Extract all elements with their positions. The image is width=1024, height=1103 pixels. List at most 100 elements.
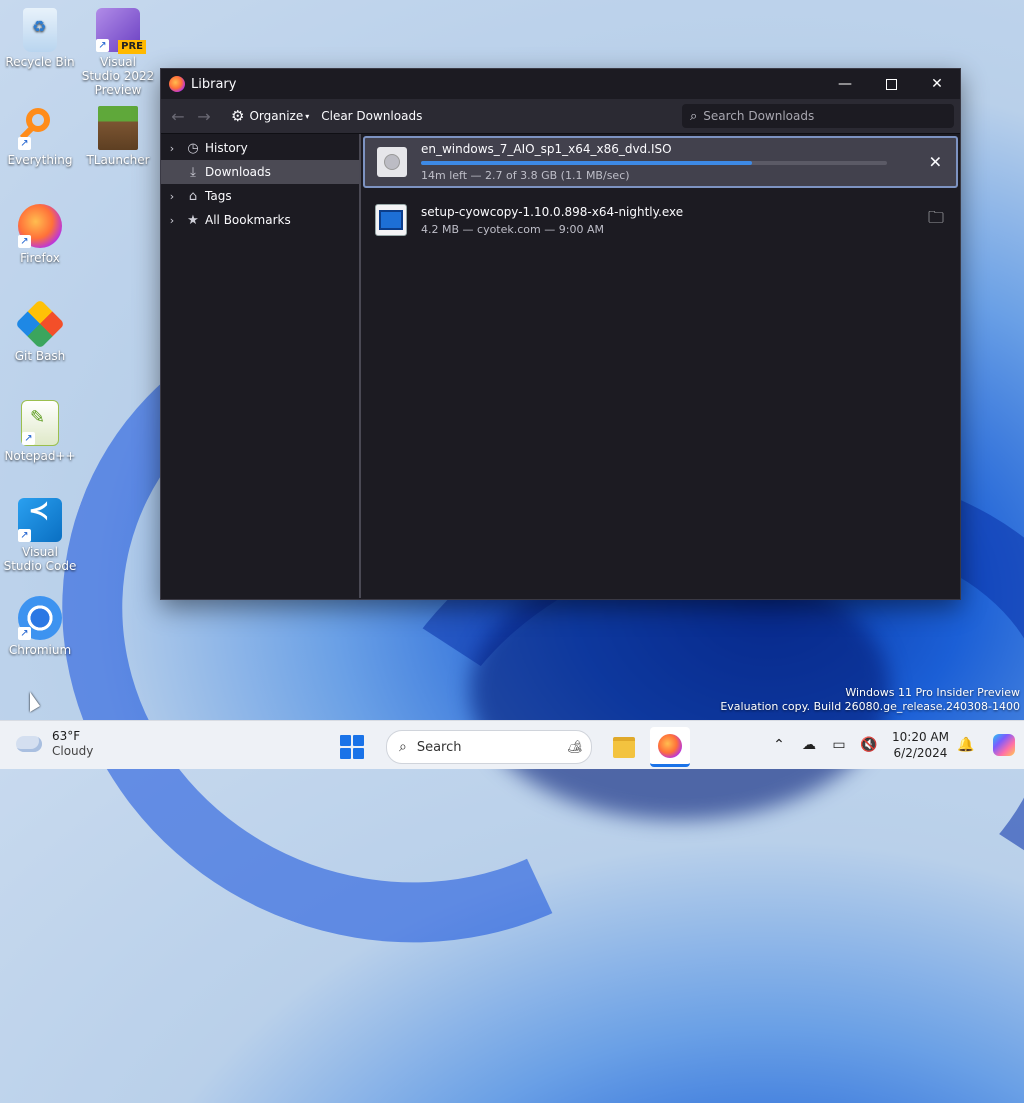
system-tray: ⌃ ☁ ▭ 🔇 10:20 AM 6/2/2024 🔔 bbox=[768, 721, 1015, 769]
chevron-right-icon[interactable]: › bbox=[161, 214, 183, 227]
clock-icon: ◷ bbox=[187, 140, 199, 156]
desktop-icon-chromium[interactable]: ↗ Chromium bbox=[2, 596, 78, 657]
notification-bell-icon[interactable]: 🔔 bbox=[955, 737, 977, 753]
sidebar-item-history[interactable]: › ◷ History bbox=[161, 136, 359, 160]
star-icon: ★ bbox=[187, 212, 199, 228]
weather-temperature: 63°F bbox=[52, 729, 81, 743]
shortcut-arrow-icon: ↗ bbox=[96, 39, 109, 52]
mouse-cursor bbox=[30, 692, 40, 712]
start-button[interactable] bbox=[340, 735, 364, 759]
download-filename: setup-cyowcopy-1.10.0.898-x64-nightly.ex… bbox=[421, 204, 684, 219]
search-icon: ⌕ bbox=[690, 108, 698, 124]
library-toolbar: ← → ⚙ Organize ▾ Clear Downloads ⌕ Searc… bbox=[161, 99, 960, 134]
sidebar-item-label: Downloads bbox=[205, 165, 271, 179]
pre-badge: PRE bbox=[118, 40, 146, 54]
taskbar-firefox[interactable] bbox=[650, 727, 690, 767]
notepad-plus-plus-icon: ✎ ↗ bbox=[21, 400, 59, 446]
folder-icon: 🗀 bbox=[927, 207, 944, 227]
close-button[interactable]: ✕ bbox=[914, 69, 960, 99]
desktop-icon-vs-code[interactable]: ≺ ↗ Visual Studio Code bbox=[2, 498, 78, 573]
desktop-icon-firefox[interactable]: ↗ Firefox bbox=[2, 204, 78, 265]
desktop-icon-label: Firefox bbox=[20, 251, 60, 265]
recycle-bin-icon: ♻ bbox=[23, 8, 57, 52]
chevron-up-icon[interactable]: ⌃ bbox=[768, 737, 790, 753]
minimize-icon: — bbox=[838, 76, 852, 92]
organize-button[interactable]: ⚙ Organize ▾ bbox=[225, 103, 315, 129]
clock[interactable]: 10:20 AM 6/2/2024 bbox=[892, 729, 949, 761]
search-placeholder: Search Downloads bbox=[703, 109, 815, 123]
file-explorer-icon bbox=[613, 736, 635, 758]
search-downloads-input[interactable]: ⌕ Search Downloads bbox=[682, 104, 954, 128]
desktop-icon-label: TLauncher bbox=[86, 153, 150, 167]
desktop-icon-recycle-bin[interactable]: ♻ Recycle Bin bbox=[2, 8, 78, 69]
close-icon: ✕ bbox=[928, 152, 942, 172]
back-button[interactable]: ← bbox=[165, 107, 191, 126]
chevron-right-icon[interactable]: › bbox=[161, 142, 183, 155]
download-progress-bar bbox=[421, 161, 887, 165]
desktop-icon-everything[interactable]: ↗ Everything bbox=[2, 106, 78, 167]
chevron-down-icon: ▾ bbox=[305, 111, 310, 121]
git-bash-icon bbox=[15, 299, 65, 349]
tag-icon: ⌂ bbox=[188, 188, 198, 204]
download-item[interactable]: setup-cyowcopy-1.10.0.898-x64-nightly.ex… bbox=[363, 194, 958, 246]
firefox-icon bbox=[169, 76, 185, 92]
search-icon: ⌕ bbox=[399, 739, 407, 755]
sidebar-item-tags[interactable]: › ⌂ Tags bbox=[161, 184, 359, 208]
vs-code-icon: ≺ ↗ bbox=[18, 498, 62, 542]
weather-description: Cloudy bbox=[52, 744, 94, 758]
library-sidebar: › ◷ History ⤓ Downloads › ⌂ Tags › ★ All… bbox=[161, 134, 361, 598]
desktop-icon-git-bash[interactable]: Git Bash bbox=[2, 299, 78, 363]
firefox-icon: ↗ bbox=[18, 204, 62, 248]
minimize-button[interactable]: — bbox=[822, 69, 868, 99]
download-progress-fill bbox=[421, 161, 752, 165]
desktop-icon-visual-studio-2022[interactable]: PRE ↗ Visual Studio 2022 Preview bbox=[80, 8, 156, 97]
show-in-folder-button[interactable]: 🗀 bbox=[928, 207, 944, 234]
chromium-icon: ↗ bbox=[18, 596, 62, 640]
maximize-icon bbox=[885, 78, 897, 90]
window-title: Library bbox=[191, 76, 237, 92]
firefox-icon bbox=[658, 733, 682, 758]
taskbar-search[interactable]: ⌕ Search 🏕 bbox=[386, 730, 592, 764]
title-bar[interactable]: Library — ✕ bbox=[161, 69, 960, 99]
desktop-icon-tlauncher[interactable]: TLauncher bbox=[80, 106, 156, 167]
shortcut-arrow-icon: ↗ bbox=[18, 137, 31, 150]
desktop-icon-label: Notepad++ bbox=[4, 449, 76, 463]
library-window: Library — ✕ ← → ⚙ Organize ▾ Clear Downl… bbox=[160, 68, 961, 600]
cloud-icon bbox=[16, 736, 42, 752]
volume-muted-icon[interactable]: 🔇 bbox=[858, 737, 880, 753]
sidebar-item-downloads[interactable]: ⤓ Downloads bbox=[161, 160, 359, 184]
clock-time: 10:20 AM bbox=[892, 730, 949, 744]
taskbar-file-explorer[interactable] bbox=[604, 727, 644, 767]
sidebar-item-label: History bbox=[205, 141, 248, 155]
disc-image-file-icon bbox=[377, 147, 407, 177]
watermark-line: Evaluation copy. Build 26080.ge_release.… bbox=[720, 700, 1020, 713]
desktop-icon-label: Recycle Bin bbox=[5, 55, 75, 69]
desktop-icon-label: Visual Studio 2022 Preview bbox=[81, 55, 155, 97]
weather-widget[interactable]: 63°F Cloudy bbox=[16, 729, 93, 759]
clock-date: 6/2/2024 bbox=[893, 746, 948, 760]
maximize-button[interactable] bbox=[868, 69, 914, 99]
sidebar-item-label: All Bookmarks bbox=[205, 213, 291, 227]
desktop-icon-label: Visual Studio Code bbox=[3, 545, 77, 573]
download-item[interactable]: en_windows_7_AIO_sp1_x64_x86_dvd.ISO 14m… bbox=[363, 136, 958, 188]
download-filename: en_windows_7_AIO_sp1_x64_x86_dvd.ISO bbox=[421, 142, 672, 156]
download-icon: ⤓ bbox=[190, 164, 196, 180]
taskbar: 63°F Cloudy ⌕ Search 🏕 ⌃ ☁ ▭ 🔇 10:20 AM … bbox=[0, 720, 1024, 769]
close-icon: ✕ bbox=[931, 76, 943, 92]
organize-label: Organize bbox=[249, 109, 304, 123]
everything-icon: ↗ bbox=[18, 106, 62, 150]
sidebar-item-all-bookmarks[interactable]: › ★ All Bookmarks bbox=[161, 208, 359, 232]
forward-button[interactable]: → bbox=[191, 107, 217, 126]
clear-downloads-label: Clear Downloads bbox=[321, 109, 423, 123]
desktop-icon-notepad-plus-plus[interactable]: ✎ ↗ Notepad++ bbox=[2, 400, 78, 463]
clear-downloads-button[interactable]: Clear Downloads bbox=[315, 105, 428, 127]
shortcut-arrow-icon: ↗ bbox=[22, 432, 35, 445]
cancel-download-button[interactable]: ✕ bbox=[929, 153, 942, 172]
watermark-line: Windows 11 Pro Insider Preview bbox=[845, 686, 1020, 699]
onedrive-offline-icon[interactable]: ☁ bbox=[798, 737, 820, 753]
copilot-icon[interactable] bbox=[992, 734, 1015, 756]
download-status: 14m left — 2.7 of 3.8 GB (1.1 MB/sec) bbox=[421, 169, 630, 182]
evaluation-watermark: Windows 11 Pro Insider Preview Evaluatio… bbox=[720, 686, 1020, 714]
chevron-right-icon[interactable]: › bbox=[161, 190, 183, 203]
network-icon[interactable]: ▭ bbox=[828, 737, 850, 753]
